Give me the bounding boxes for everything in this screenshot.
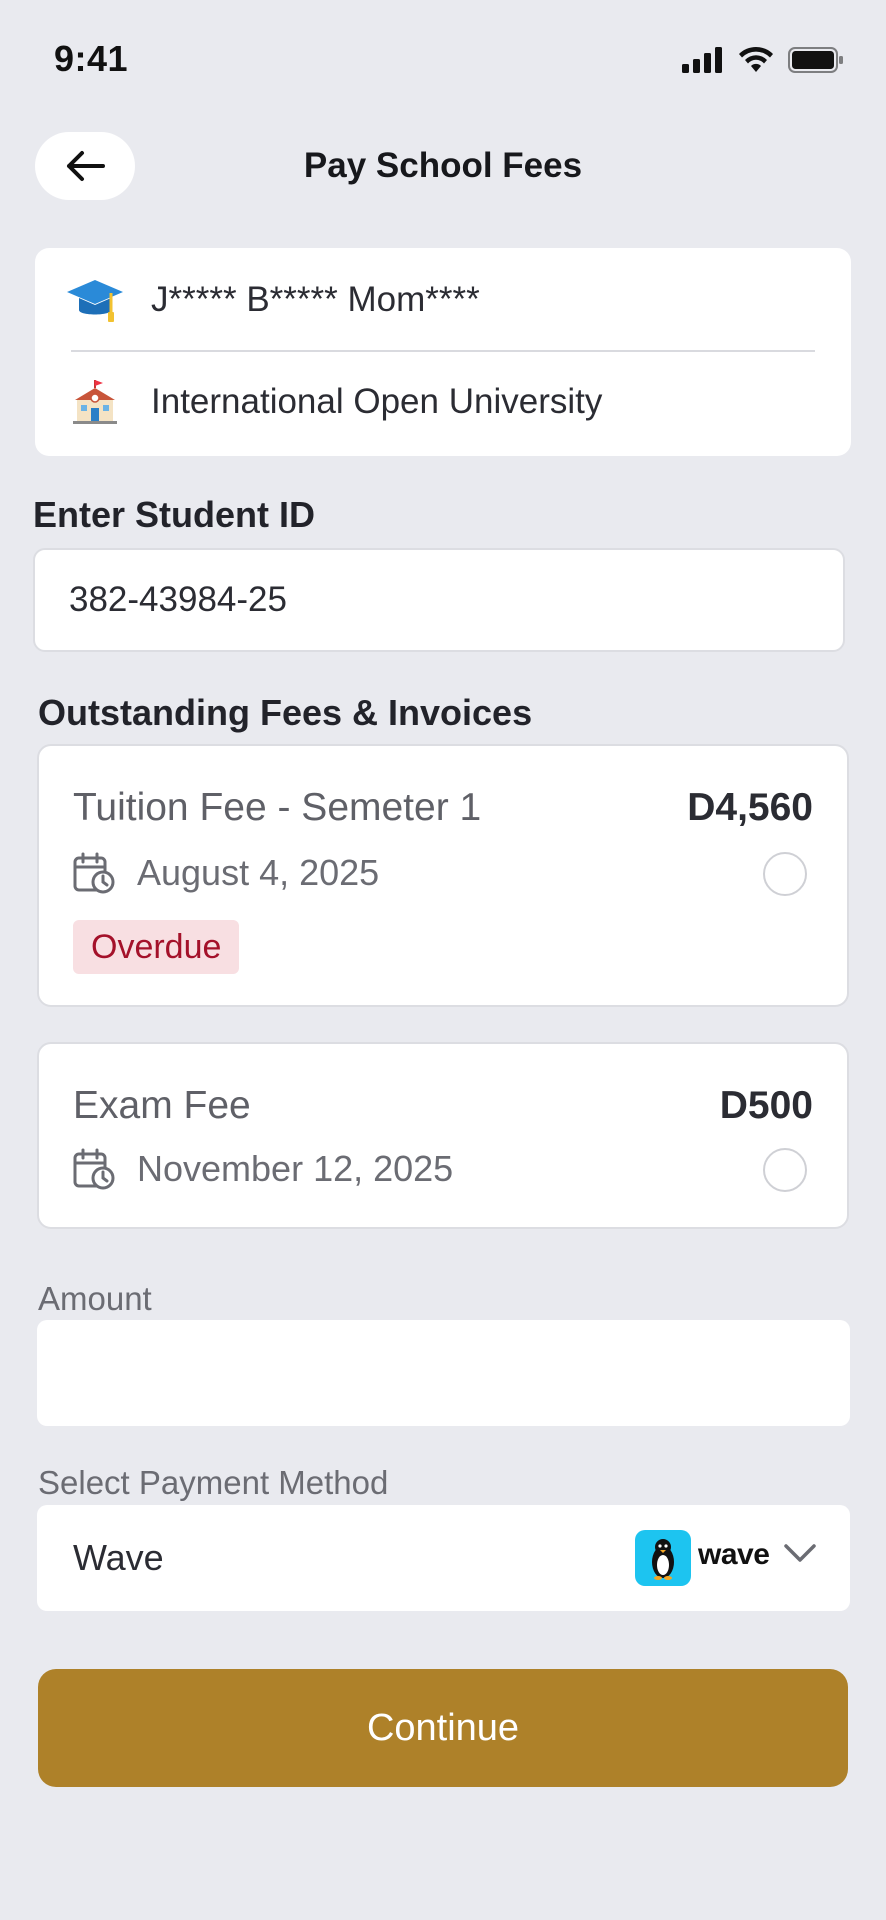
fee-title: Tuition Fee - Semeter 1 <box>73 786 482 829</box>
fee-card-exam[interactable]: Exam Fee D500 November 12, 2025 <box>37 1042 849 1229</box>
fee-date: August 4, 2025 <box>137 852 380 893</box>
amount-input[interactable] <box>37 1320 850 1426</box>
graduation-cap-icon <box>63 276 127 324</box>
fee-date-row: August 4, 2025 <box>73 852 379 894</box>
payment-method-value: Wave <box>73 1537 164 1578</box>
student-id-label: Enter Student ID <box>33 494 316 535</box>
fee-amount: D500 <box>719 1084 813 1127</box>
page-title: Pay School Fees <box>303 146 583 185</box>
school-name: International Open University <box>151 382 603 421</box>
fees-section-title: Outstanding Fees & Invoices <box>38 692 533 733</box>
amount-label: Amount <box>38 1280 152 1317</box>
wifi-icon <box>739 46 773 72</box>
wave-brand-text: wave <box>698 1538 770 1571</box>
fee-amount: D4,560 <box>687 786 813 829</box>
student-name-row: J***** B***** Mom**** <box>35 276 851 324</box>
student-name: J***** B***** Mom**** <box>151 280 480 319</box>
calendar-clock-icon <box>73 1148 115 1190</box>
school-icon <box>63 378 127 426</box>
wave-logo-icon <box>635 1530 691 1586</box>
calendar-clock-icon <box>73 852 115 894</box>
school-row: International Open University <box>35 378 851 426</box>
fee-date: November 12, 2025 <box>137 1148 454 1189</box>
fee-select-radio[interactable] <box>763 852 807 896</box>
payment-method-label: Select Payment Method <box>38 1464 389 1501</box>
fee-title: Exam Fee <box>73 1084 251 1127</box>
student-id-input[interactable]: 382-43984-25 <box>33 548 845 652</box>
status-badge: Overdue <box>73 920 240 974</box>
card-divider <box>71 350 815 352</box>
status-time: 9:41 <box>54 38 129 79</box>
signal-icon <box>682 47 722 73</box>
payment-method-select[interactable]: Wave wave <box>37 1505 850 1611</box>
fee-card-tuition[interactable]: Tuition Fee - Semeter 1 D4,560 August 4,… <box>37 744 849 1007</box>
fee-select-radio[interactable] <box>763 1148 807 1192</box>
battery-icon <box>788 47 843 73</box>
status-icons <box>682 46 844 74</box>
fee-date-row: November 12, 2025 <box>73 1148 453 1190</box>
student-info-card: J***** B***** Mom**** International Open… <box>35 248 851 456</box>
chevron-down-icon <box>784 1544 816 1562</box>
continue-button[interactable]: Continue <box>38 1669 848 1787</box>
